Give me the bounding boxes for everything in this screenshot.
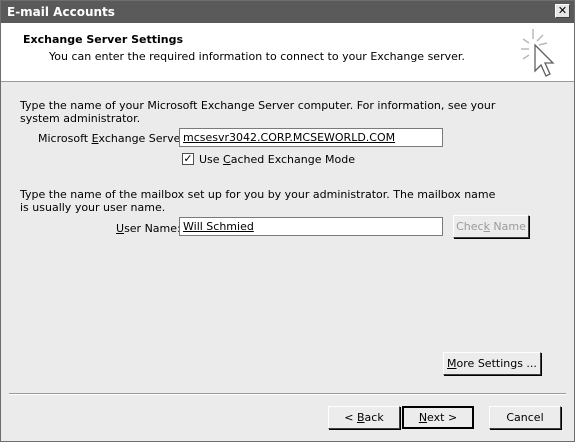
checkmark-icon: ✓ bbox=[183, 152, 193, 165]
exchange-server-field[interactable]: mcsesvr3042.CORP.MCSEWORLD.COM bbox=[179, 128, 443, 147]
cancel-button[interactable]: Cancel bbox=[489, 406, 561, 429]
exchange-server-label: Microsoft Exchange Server: bbox=[38, 132, 189, 145]
cached-mode-label[interactable]: Use Cached Exchange Mode bbox=[199, 153, 355, 166]
back-button[interactable]: < Back bbox=[328, 406, 400, 429]
user-name-field[interactable]: Will Schmied bbox=[179, 217, 443, 236]
email-accounts-dialog: E-mail Accounts ✕ Exchange Server Settin… bbox=[0, 0, 575, 442]
page-title: Exchange Server Settings bbox=[23, 33, 183, 46]
wizard-header: Exchange Server Settings You can enter t… bbox=[1, 23, 574, 82]
wizard-cursor-icon bbox=[521, 29, 555, 77]
check-name-button[interactable]: Check Name bbox=[453, 215, 529, 238]
title-bar[interactable]: E-mail Accounts ✕ bbox=[1, 1, 574, 23]
footer-divider bbox=[9, 393, 566, 395]
page-subtitle: You can enter the required information t… bbox=[49, 50, 465, 63]
close-icon: ✕ bbox=[557, 4, 568, 17]
cached-mode-checkbox[interactable]: ✓ bbox=[182, 153, 194, 165]
mailbox-instruction-line2: is usually your user name. bbox=[20, 201, 166, 214]
next-button[interactable]: Next > bbox=[402, 406, 474, 429]
more-settings-button[interactable]: More Settings ... bbox=[443, 352, 541, 375]
mailbox-instruction-line1: Type the name of the mailbox set up for … bbox=[20, 188, 496, 201]
server-instruction-line1: Type the name of your Microsoft Exchange… bbox=[20, 99, 496, 112]
close-button[interactable]: ✕ bbox=[555, 4, 570, 18]
server-instruction-line2: system administrator. bbox=[20, 112, 141, 125]
window-title: E-mail Accounts bbox=[7, 5, 115, 19]
user-name-label: User Name: bbox=[116, 222, 181, 235]
